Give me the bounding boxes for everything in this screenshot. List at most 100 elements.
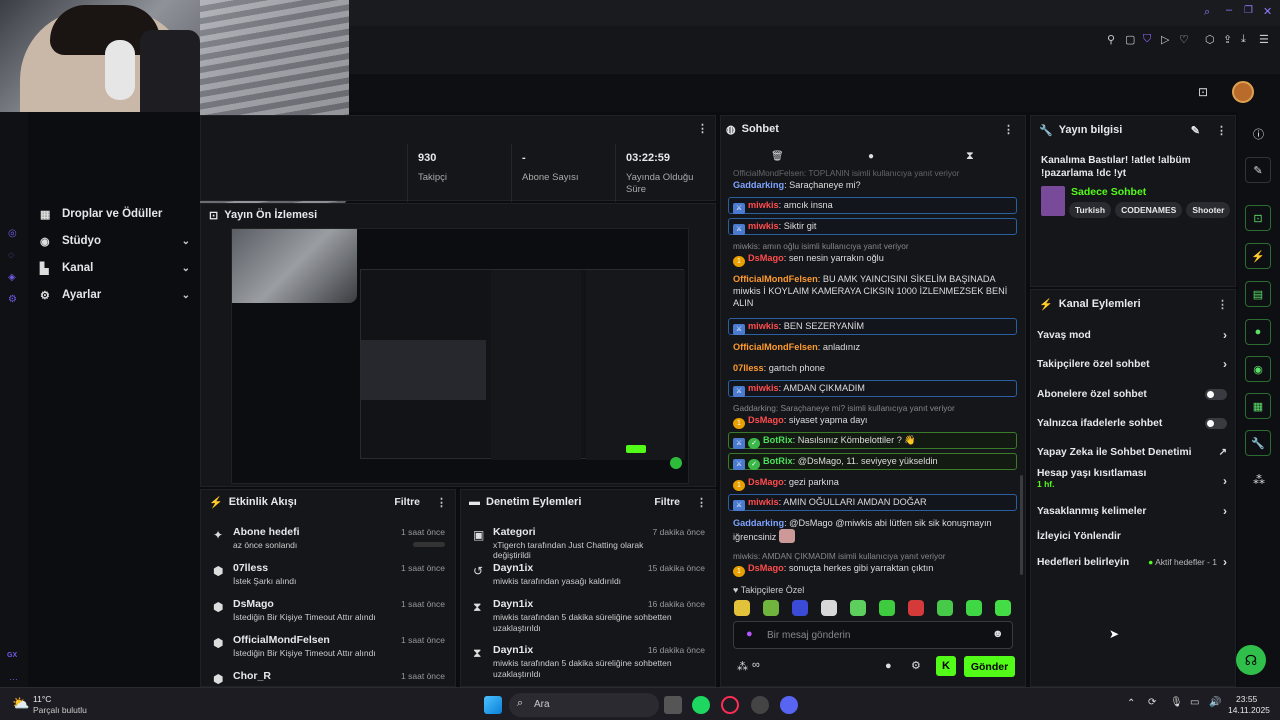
avatar[interactable]	[1232, 81, 1254, 103]
subscribers-only-toggle[interactable]: Abonelere özel sohbet	[1037, 383, 1227, 405]
chat-message[interactable]: ⚔ miwkis: AMIN OĞULLARI AMDAN DOĞAR	[728, 494, 1017, 511]
sidebar-item-studio[interactable]: ◉ Stüdyo ⌄	[40, 230, 190, 252]
emote-icon[interactable]	[734, 600, 750, 616]
emote-icon[interactable]	[821, 600, 837, 616]
chat-message[interactable]: OfficialMondFelsen: BU AMK YAINCISINI Sİ…	[733, 273, 1018, 309]
emote-icon[interactable]	[937, 600, 953, 616]
settings-icon[interactable]: ⚙	[8, 294, 17, 305]
channel-actions-menu-icon[interactable]: ⋮	[1217, 298, 1228, 311]
kicks-icon[interactable]: ⁂	[1253, 473, 1265, 487]
minimize-icon[interactable]: –	[1226, 4, 1232, 16]
emoji-icon[interactable]: ☻	[992, 628, 1004, 640]
emotes-only-toggle[interactable]: Yalnızca ifadelerle sohbet	[1037, 412, 1227, 434]
list-item[interactable]: ⬢ DsMago İstediğin Bir Kişiye Timeout Attı…	[201, 594, 455, 630]
gear-icon[interactable]: ⚙	[911, 659, 921, 672]
layout-icon[interactable]: ▦	[1245, 393, 1271, 419]
play-icon[interactable]: ▷	[1161, 33, 1169, 46]
chat-username[interactable]: DsMago	[748, 477, 784, 487]
close-icon[interactable]: ✕	[1263, 5, 1272, 18]
chat-message[interactable]: 1 DsMago: siyaset yapma dayı	[733, 414, 1018, 429]
compass-icon[interactable]: ◎	[8, 228, 17, 239]
chat-message[interactable]: ⚔ ✓ BotRix: @DsMago, 11. seviyeye yükseldi…	[728, 453, 1017, 470]
infinity-icon[interactable]: ∞	[752, 659, 760, 671]
moderation-menu-icon[interactable]: ⋮	[696, 496, 707, 509]
discord-icon[interactable]: ◈	[8, 272, 16, 283]
snapshot-icon[interactable]: ▢	[1125, 33, 1135, 46]
weather-icon[interactable]: ⛅	[12, 695, 29, 712]
emote-icon[interactable]	[792, 600, 808, 616]
chat-username[interactable]: miwkis	[748, 321, 779, 331]
chat-username[interactable]: Gaddarking	[733, 180, 784, 190]
chat-message[interactable]: ⚔ ✓ BotRix: Nasılsınız Kömbelottiler ? 👋	[728, 432, 1017, 449]
task-view-icon[interactable]	[664, 696, 682, 714]
emote-icon[interactable]	[995, 600, 1011, 616]
emote-icon[interactable]	[879, 600, 895, 616]
sidebar-item-drops[interactable]: ▦ Droplar ve Ödüller	[40, 203, 190, 225]
maximize-icon[interactable]: ❐	[1244, 5, 1253, 16]
share-icon[interactable]: ⇪	[1223, 33, 1232, 46]
chat-scrollbar[interactable]	[1020, 475, 1023, 575]
tag[interactable]: Shooter	[1186, 202, 1231, 218]
chat-username[interactable]: DsMago	[748, 563, 784, 573]
stats-menu-icon[interactable]: ⋮	[697, 122, 708, 135]
chat-username[interactable]: BotRix	[763, 456, 793, 466]
chat-username[interactable]: OfficialMondFelsen	[733, 342, 818, 352]
list-item[interactable]: ⧗ Dayn1ix miwkis tarafından 5 dakika sürel…	[461, 594, 715, 634]
emote-icon[interactable]	[763, 600, 779, 616]
emote-icon[interactable]	[908, 600, 924, 616]
list-item[interactable]: ✦ Abone hedefi az önce sonlandı 1 saat önce	[201, 522, 455, 558]
hourglass-icon[interactable]: ⧗	[966, 150, 974, 163]
opera-gx-icon[interactable]	[721, 696, 739, 714]
sync-icon[interactable]: ⟳	[1148, 697, 1156, 708]
heart-icon[interactable]: ♡	[1179, 33, 1189, 46]
category-name[interactable]: Sadece Sohbet	[1071, 186, 1146, 198]
discord-icon[interactable]	[780, 696, 798, 714]
send-button[interactable]: Gönder	[964, 656, 1015, 677]
list-item[interactable]: ⬢ Chor_R 1 saat önce	[201, 666, 455, 686]
chat-username[interactable]: 07lless	[733, 363, 764, 373]
chat-message[interactable]: Gaddarking: @DsMago @miwkis abi lütfen s…	[733, 517, 1018, 543]
support-icon[interactable]: ☊	[1236, 645, 1266, 675]
bolt-icon[interactable]: ⚡	[1245, 243, 1271, 269]
toggle-switch[interactable]	[1205, 388, 1227, 400]
tag[interactable]: CODENAMES	[1115, 202, 1183, 218]
tag[interactable]: Turkish	[1069, 202, 1112, 218]
wrench-icon[interactable]: 🔧	[1245, 430, 1271, 456]
chat-message[interactable]: ⚔ miwkis: BEN SEZERYANİM	[728, 318, 1017, 335]
windows-start-icon[interactable]	[484, 696, 502, 714]
banned-words-button[interactable]: Yasaklanmış kelimeler ›	[1037, 500, 1227, 522]
chat-bubble-icon[interactable]: ●	[868, 151, 874, 162]
chat-icon[interactable]: ◌	[8, 250, 14, 261]
tray-chevron-icon[interactable]: ⌃	[1127, 698, 1135, 709]
list-item[interactable]: ↺ Dayn1ix miwkis tarafından yasağı kaldırı…	[461, 558, 715, 592]
stream-info-menu-icon[interactable]: ⋮	[1216, 124, 1227, 137]
chat-message[interactable]: ⚔ miwkis: Siktir git	[728, 218, 1017, 235]
toggle-switch[interactable]	[1205, 417, 1227, 429]
followers-only-button[interactable]: Takipçilere özel sohbet ›	[1037, 353, 1227, 375]
chat-input[interactable]: ● Bir mesaj gönderin ☻	[733, 621, 1013, 649]
chat-message[interactable]: Gaddarking: Saraçhaneye mi?	[733, 179, 1018, 191]
chat-username[interactable]: DsMago	[748, 253, 784, 263]
list-item[interactable]: ⧗ Dayn1ix miwkis tarafından 5 dakika sürel…	[461, 640, 715, 680]
chat-message[interactable]: ⚔ miwkis: amcık insna	[728, 197, 1017, 214]
activity-menu-icon[interactable]: ⋮	[436, 496, 447, 509]
ai-moderation-button[interactable]: Yapay Zeka ile Sohbet Denetimi ↗	[1037, 441, 1227, 463]
chat-bubble-icon[interactable]: ●	[885, 660, 892, 672]
preview-video[interactable]	[231, 228, 689, 484]
display-icon[interactable]: ▭	[1190, 697, 1199, 708]
shield-icon[interactable]: ⛉	[1143, 33, 1151, 46]
chat-username[interactable]: miwkis	[748, 497, 779, 507]
chat-message[interactable]: ⚔ miwkis: AMDAN ÇIKMADIM	[728, 380, 1017, 397]
list-item[interactable]: ⬢ OfficialMondFelsen İstediğin Bir Kişiye …	[201, 630, 455, 666]
notes-icon[interactable]: ▤	[1245, 281, 1271, 307]
trash-icon[interactable]: 🗑	[771, 151, 784, 162]
list-item[interactable]: ⬢ 07lless İstek Şarkı alındı 1 saat önce	[201, 558, 455, 594]
chat-username[interactable]: miwkis	[748, 383, 779, 393]
slow-mode-button[interactable]: Yavaş mod ›	[1037, 324, 1227, 346]
chat-username[interactable]: Gaddarking	[733, 518, 784, 528]
info-icon[interactable]: ⓘ	[1253, 126, 1264, 142]
chat-username[interactable]: miwkis	[748, 200, 779, 210]
chat-message[interactable]: 1 DsMago: gezi parkına	[733, 476, 1018, 491]
app-icon[interactable]	[751, 696, 769, 714]
emote-icon[interactable]	[850, 600, 866, 616]
